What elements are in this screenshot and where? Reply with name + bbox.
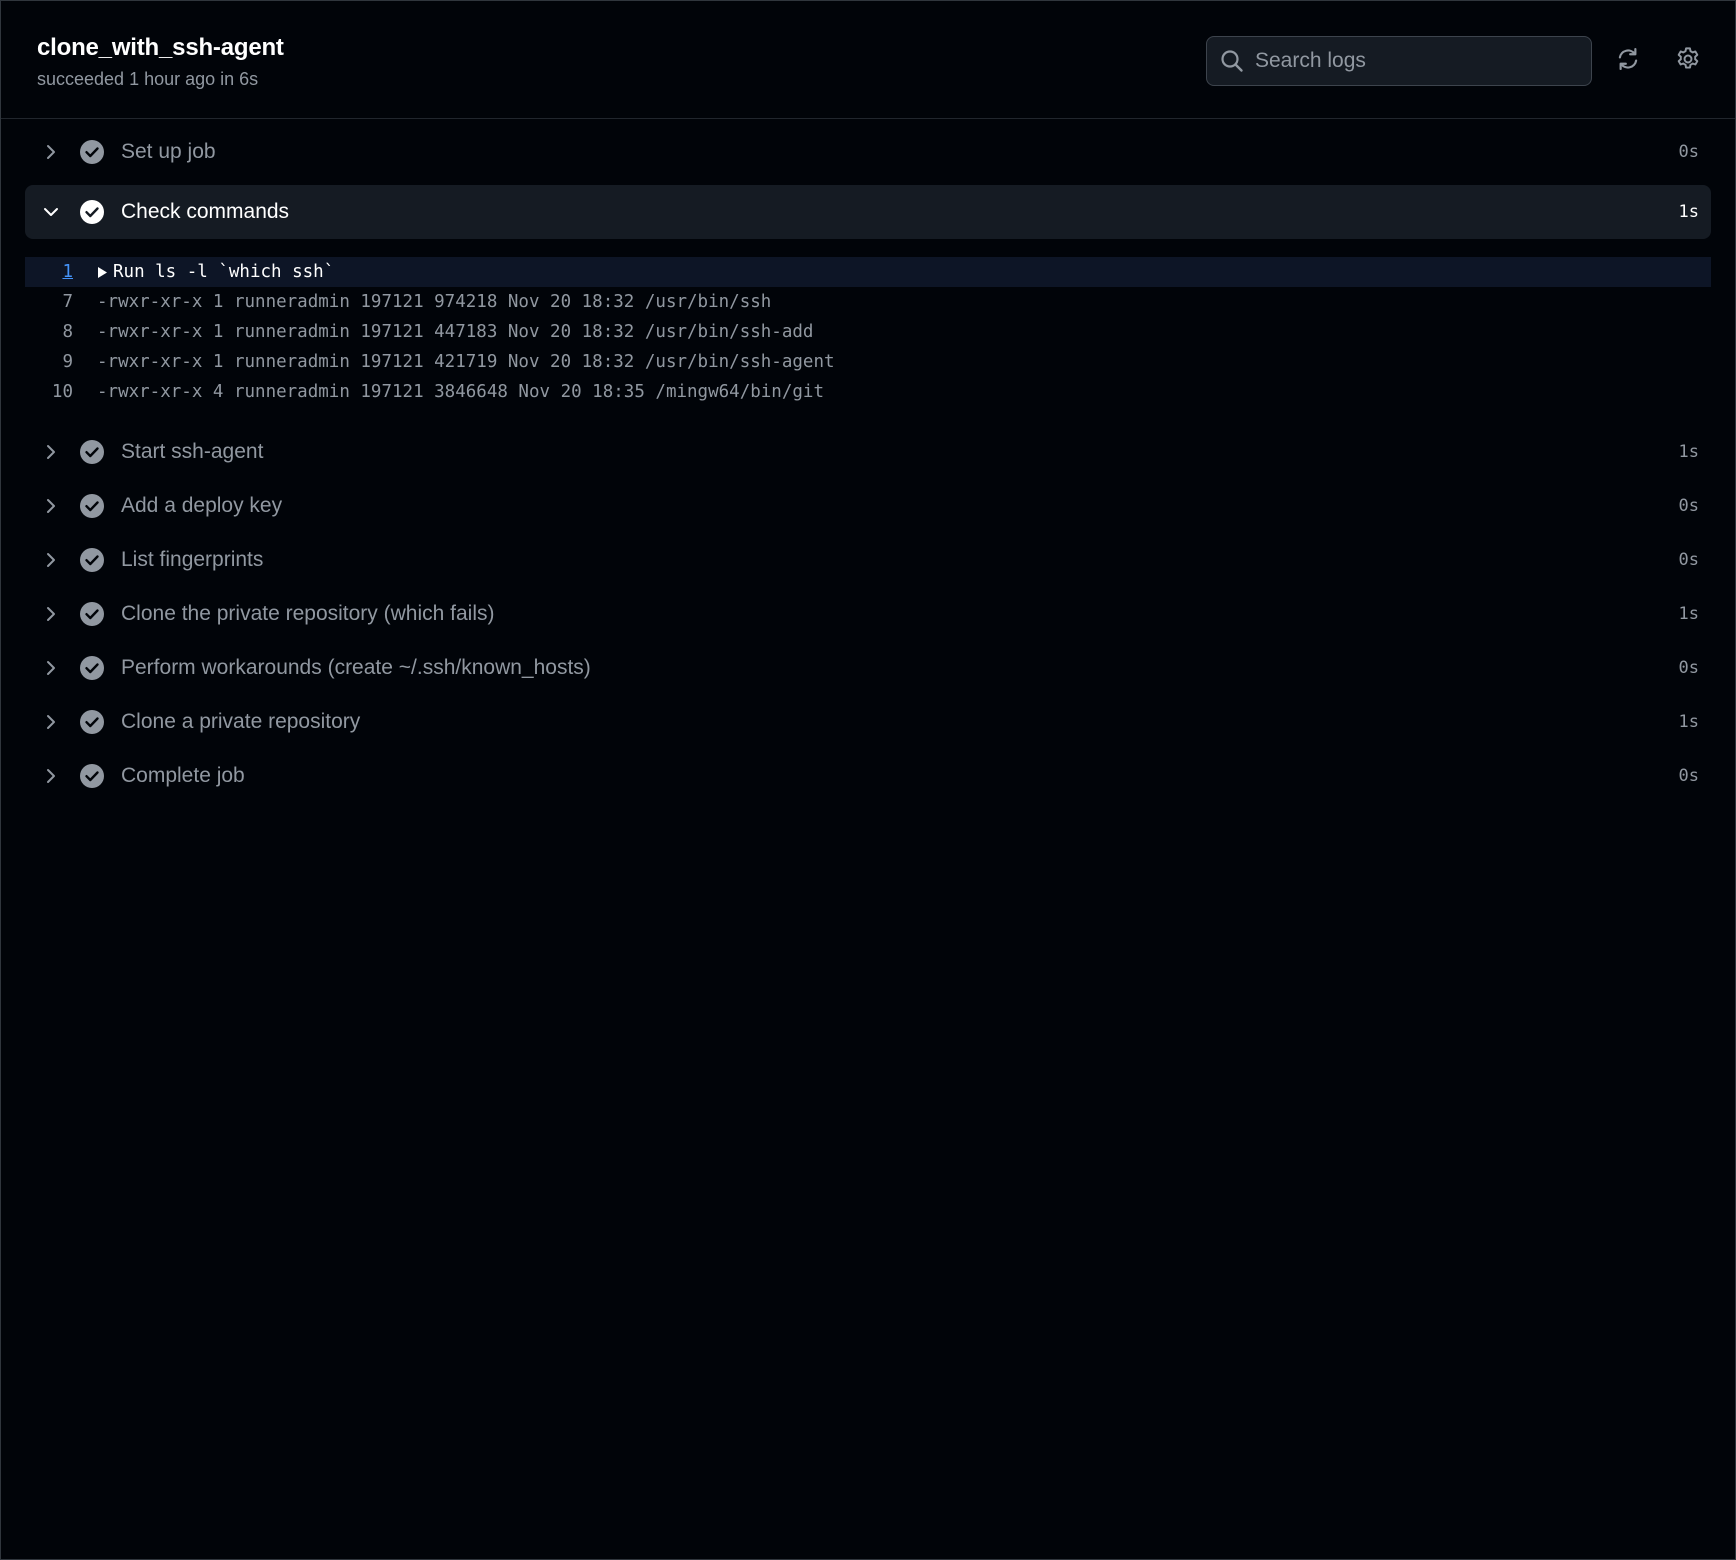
step-duration: 0s bbox=[1678, 766, 1699, 786]
check-circle-icon bbox=[79, 439, 105, 465]
chevron-down-icon bbox=[39, 200, 63, 224]
chevron-right-icon bbox=[39, 440, 63, 464]
log-text: -rwxr-xr-x 4 runneradmin 197121 3846648 … bbox=[97, 382, 824, 402]
settings-button[interactable] bbox=[1670, 43, 1706, 79]
check-circle-icon bbox=[79, 199, 105, 225]
chevron-right-icon bbox=[39, 140, 63, 164]
step-set-up-job[interactable]: Set up job 0s bbox=[25, 125, 1711, 179]
step-list-fingerprints[interactable]: List fingerprints 0s bbox=[25, 533, 1711, 587]
step-duration: 0s bbox=[1678, 142, 1699, 162]
job-title: clone_with_ssh-agent bbox=[37, 34, 284, 61]
step-duration: 1s bbox=[1678, 604, 1699, 624]
step-add-deploy-key[interactable]: Add a deploy key 0s bbox=[25, 479, 1711, 533]
log-line-group[interactable]: 1 Run ls -l `which ssh` bbox=[25, 257, 1711, 287]
check-circle-icon bbox=[79, 763, 105, 789]
step-log: 1 Run ls -l `which ssh` 7 -rwxr-xr-x 1 r… bbox=[25, 257, 1711, 407]
step-label: Clone the private repository (which fail… bbox=[121, 602, 495, 625]
log-text: -rwxr-xr-x 1 runneradmin 197121 421719 N… bbox=[97, 352, 835, 372]
chevron-right-icon bbox=[39, 548, 63, 572]
step-duration: 1s bbox=[1678, 442, 1699, 462]
triangle-right-icon[interactable] bbox=[97, 266, 113, 279]
gear-icon bbox=[1675, 46, 1701, 77]
search-icon bbox=[1219, 48, 1245, 74]
check-circle-icon bbox=[79, 655, 105, 681]
chevron-right-icon bbox=[39, 710, 63, 734]
step-perform-workarounds[interactable]: Perform workarounds (create ~/.ssh/known… bbox=[25, 641, 1711, 695]
job-status: succeeded 1 hour ago in 6s bbox=[37, 69, 259, 89]
line-number-link[interactable]: 1 bbox=[25, 262, 97, 282]
chevron-right-icon bbox=[39, 656, 63, 680]
step-duration: 0s bbox=[1678, 550, 1699, 570]
refresh-button[interactable] bbox=[1610, 43, 1646, 79]
check-circle-icon bbox=[79, 139, 105, 165]
log-text: Run ls -l `which ssh` bbox=[113, 262, 335, 282]
step-complete-job[interactable]: Complete job 0s bbox=[25, 749, 1711, 803]
log-line: 9 -rwxr-xr-x 1 runneradmin 197121 421719… bbox=[25, 347, 1711, 377]
step-duration: 1s bbox=[1678, 712, 1699, 732]
check-circle-icon bbox=[79, 601, 105, 627]
step-label: List fingerprints bbox=[121, 548, 264, 571]
step-duration: 0s bbox=[1678, 496, 1699, 516]
line-number[interactable]: 10 bbox=[25, 382, 97, 402]
step-label: Clone a private repository bbox=[121, 710, 361, 733]
search-logs-box[interactable] bbox=[1206, 36, 1592, 86]
step-clone-private-repo[interactable]: Clone a private repository 1s bbox=[25, 695, 1711, 749]
chevron-right-icon bbox=[39, 494, 63, 518]
step-duration: 0s bbox=[1678, 658, 1699, 678]
chevron-right-icon bbox=[39, 602, 63, 626]
check-circle-icon bbox=[79, 547, 105, 573]
job-header: clone_with_ssh-agent succeeded 1 hour ag… bbox=[1, 1, 1735, 119]
step-check-commands[interactable]: Check commands 1s bbox=[25, 185, 1711, 239]
step-label: Perform workarounds (create ~/.ssh/known… bbox=[121, 656, 591, 679]
line-number[interactable]: 9 bbox=[25, 352, 97, 372]
check-circle-icon bbox=[79, 493, 105, 519]
log-line: 10 -rwxr-xr-x 4 runneradmin 197121 38466… bbox=[25, 377, 1711, 407]
line-number[interactable]: 8 bbox=[25, 322, 97, 342]
log-line: 7 -rwxr-xr-x 1 runneradmin 197121 974218… bbox=[25, 287, 1711, 317]
chevron-right-icon bbox=[39, 764, 63, 788]
step-label: Start ssh-agent bbox=[121, 440, 264, 463]
step-label: Check commands bbox=[121, 200, 290, 223]
step-start-ssh-agent[interactable]: Start ssh-agent 1s bbox=[25, 425, 1711, 479]
step-duration: 1s bbox=[1678, 202, 1699, 222]
check-circle-icon bbox=[79, 709, 105, 735]
log-text: -rwxr-xr-x 1 runneradmin 197121 974218 N… bbox=[97, 292, 772, 312]
step-label: Set up job bbox=[121, 140, 216, 163]
search-logs-input[interactable] bbox=[1255, 49, 1591, 73]
log-text: -rwxr-xr-x 1 runneradmin 197121 447183 N… bbox=[97, 322, 814, 342]
step-label: Complete job bbox=[121, 764, 245, 787]
step-label: Add a deploy key bbox=[121, 494, 283, 517]
refresh-icon bbox=[1615, 46, 1641, 77]
job-log-panel: clone_with_ssh-agent succeeded 1 hour ag… bbox=[0, 0, 1736, 1560]
log-line: 8 -rwxr-xr-x 1 runneradmin 197121 447183… bbox=[25, 317, 1711, 347]
line-number[interactable]: 7 bbox=[25, 292, 97, 312]
steps-list: Set up job 0s Check commands 1s 1 Run ls… bbox=[1, 119, 1735, 803]
step-clone-private-repo-fails[interactable]: Clone the private repository (which fail… bbox=[25, 587, 1711, 641]
